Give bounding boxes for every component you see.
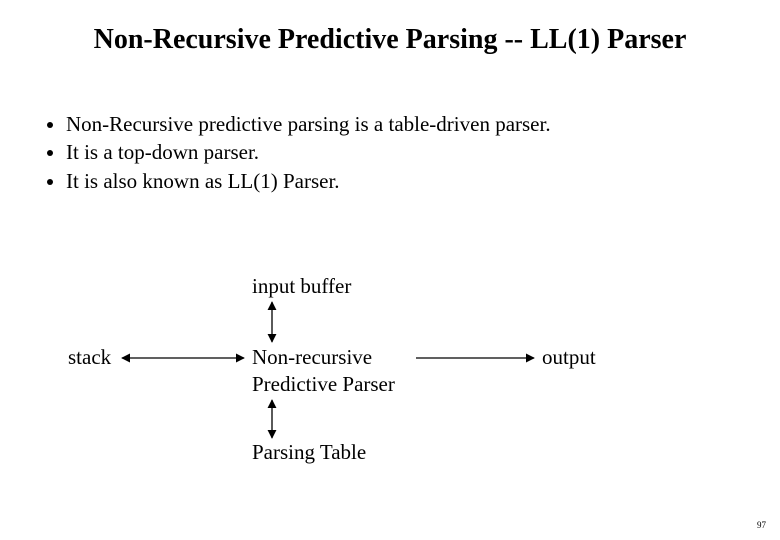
diagram-connectors <box>0 0 780 540</box>
slide: Non-Recursive Predictive Parsing -- LL(1… <box>0 0 780 540</box>
page-number: 97 <box>757 520 766 530</box>
